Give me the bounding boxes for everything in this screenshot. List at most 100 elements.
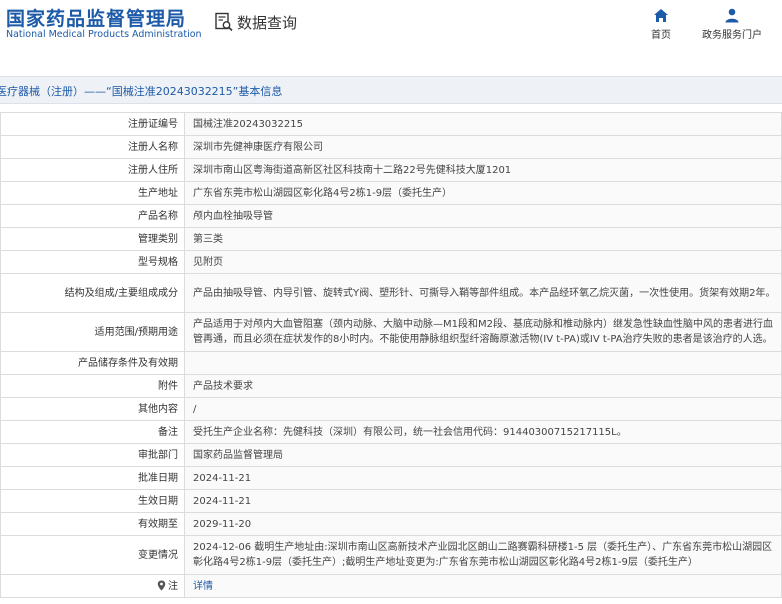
row-value-text: 2024-12-06 截明生产地址由:深圳市南山区高新技术产业园北区朗山二路赛霸… [193, 542, 773, 568]
row-label-text: 型号规格 [138, 256, 178, 268]
table-row: 产品储存条件及有效期 [0, 351, 782, 375]
row-value: 深圳市南山区粤海街道高新区社区科技南十二路22号先健科技大厦1201 [184, 158, 782, 182]
row-label: 批准日期 [0, 466, 185, 490]
row-value: 2024-11-21 [184, 489, 782, 513]
user-icon [725, 8, 739, 23]
home-icon [654, 9, 668, 22]
breadcrumb: 医疗器械（注册）——“国械注准20243032215”基本信息 [0, 85, 283, 98]
table-row: 产品名称 颅内血栓抽吸导管 [0, 204, 782, 228]
site-logo-title[interactable]: 国家药品监督管理局 [6, 4, 186, 31]
row-label: 型号规格 [0, 250, 185, 274]
row-label: 附件 [0, 374, 185, 398]
table-row: 备注 受托生产企业名称：先健科技（深圳）有限公司，统一社会信用代码：9144030… [0, 420, 782, 444]
table-row: 管理类别 第三类 [0, 227, 782, 251]
row-label-text: 批准日期 [138, 472, 178, 484]
table-row: 有效期至 2029-11-20 [0, 512, 782, 536]
data-query-heading: 数据查询 [214, 12, 297, 32]
table-row: 生产地址 广东省东莞市松山湖园区彰化路4号2栋1-9层（委托生产） [0, 181, 782, 205]
row-value-text: 2024-11-21 [193, 472, 252, 484]
row-label: 生效日期 [0, 489, 185, 513]
row-value: 深圳市先健神康医疗有限公司 [184, 135, 782, 159]
row-label-text: 变更情况 [138, 549, 178, 561]
row-value-text: 产品适用于对颅内大血管阻塞（颈内动脉、大脑中动脉—M1段和M2段、基底动脉和椎动… [193, 319, 773, 345]
row-label: 变更情况 [0, 535, 185, 575]
table-row: 适用范围/预期用途 产品适用于对颅内大血管阻塞（颈内动脉、大脑中动脉—M1段和M2… [0, 312, 782, 352]
table-row: 批准日期 2024-11-21 [0, 466, 782, 490]
row-label: 结构及组成/主要组成成分 [0, 273, 185, 313]
row-label: 注册人住所 [0, 158, 185, 182]
row-label-text: 产品名称 [138, 210, 178, 222]
table-row: 注册人住所 深圳市南山区粤海街道高新区社区科技南十二路22号先健科技大厦1201 [0, 158, 782, 182]
site-header: 国家药品监督管理局 National Medical Products Admi… [0, 0, 782, 62]
row-label: 生产地址 [0, 181, 185, 205]
location-pin-icon [157, 580, 166, 591]
row-value: 产品适用于对颅内大血管阻塞（颈内动脉、大脑中动脉—M1段和M2段、基底动脉和椎动… [184, 312, 782, 352]
data-query-label: 数据查询 [237, 13, 298, 32]
row-value: 2029-11-20 [184, 512, 782, 536]
row-value-text: 深圳市南山区粤海街道高新区社区科技南十二路22号先健科技大厦1201 [193, 164, 512, 176]
row-label-text: 注 [168, 580, 178, 592]
row-value-text: 受托生产企业名称：先健科技（深圳）有限公司，统一社会信用代码：914403007… [193, 426, 627, 438]
row-value-text: / [193, 403, 197, 415]
table-row: 变更情况 2024-12-06 截明生产地址由:深圳市南山区高新技术产业园北区朗山… [0, 535, 782, 575]
row-value-text: 广东省东莞市松山湖园区彰化路4号2栋1-9层（委托生产） [193, 187, 453, 199]
row-value: / [184, 397, 782, 421]
row-value: 见附页 [184, 250, 782, 274]
row-value: 产品技术要求 [184, 374, 782, 398]
registration-info-table: 注册证编号 国械注准20243032215 注册人名称 深圳市先健神康医疗有限公司 注册… [0, 112, 782, 598]
breadcrumb-bar: 医疗器械（注册）——“国械注准20243032215”基本信息 [0, 76, 782, 104]
table-row: 附件 产品技术要求 [0, 374, 782, 398]
row-value-text: 国械注准20243032215 [193, 118, 303, 130]
nav-service-portal[interactable]: 政务服务门户 [697, 8, 767, 41]
row-label: 备注 [0, 420, 185, 444]
row-label: 注 [0, 574, 185, 598]
table-row: 型号规格 见附页 [0, 250, 782, 274]
row-label: 审批部门 [0, 443, 185, 467]
row-label-text: 产品储存条件及有效期 [78, 357, 178, 369]
table-row: 审批部门 国家药品监督管理局 [0, 443, 782, 467]
row-label-text: 生效日期 [138, 495, 178, 507]
row-label-text: 管理类别 [138, 233, 178, 245]
nav-home[interactable]: 首页 [626, 8, 696, 41]
row-label: 其他内容 [0, 397, 185, 421]
row-label-text: 注册人住所 [128, 164, 178, 176]
row-value: 国家药品监督管理局 [184, 443, 782, 467]
row-label-text: 附件 [158, 380, 178, 392]
details-link[interactable]: 详情 [193, 581, 213, 592]
row-value: 2024-12-06 截明生产地址由:深圳市南山区高新技术产业园北区朗山二路赛霸… [184, 535, 782, 575]
row-label-text: 注册人名称 [128, 141, 178, 153]
row-value: 广东省东莞市松山湖园区彰化路4号2栋1-9层（委托生产） [184, 181, 782, 205]
table-row: 生效日期 2024-11-21 [0, 489, 782, 513]
row-value-text: 第三类 [193, 233, 223, 245]
row-label-text: 有效期至 [138, 518, 178, 530]
row-label: 产品名称 [0, 204, 185, 228]
site-logo-subtitle: National Medical Products Administration [6, 29, 202, 40]
row-value: 第三类 [184, 227, 782, 251]
row-label-text: 审批部门 [138, 449, 178, 461]
row-label: 适用范围/预期用途 [0, 312, 185, 352]
row-label-text: 适用范围/预期用途 [94, 326, 178, 338]
row-label-text: 备注 [158, 426, 178, 438]
row-value-text: 国家药品监督管理局 [193, 449, 283, 461]
row-label-text: 结构及组成/主要组成成分 [64, 287, 178, 299]
table-row: 注 详情 [0, 574, 782, 598]
row-value: 国械注准20243032215 [184, 112, 782, 136]
row-value [184, 351, 782, 375]
row-label: 管理类别 [0, 227, 185, 251]
table-row: 结构及组成/主要组成成分 产品由抽吸导管、内导引管、旋转式Y阀、塑形针、可撕导入鞘… [0, 273, 782, 313]
row-value-text: 2029-11-20 [193, 518, 252, 530]
table-row: 注册人名称 深圳市先健神康医疗有限公司 [0, 135, 782, 159]
row-value-text: 深圳市先健神康医疗有限公司 [193, 141, 323, 153]
row-label-text: 生产地址 [138, 187, 178, 199]
row-value: 颅内血栓抽吸导管 [184, 204, 782, 228]
table-row: 注册证编号 国械注准20243032215 [0, 112, 782, 136]
table-row: 其他内容 / [0, 397, 782, 421]
row-label-text: 注册证编号 [128, 118, 178, 130]
row-value-text: 产品技术要求 [193, 380, 253, 392]
row-value-text: 见附页 [193, 256, 223, 268]
row-value: 详情 [184, 574, 782, 598]
nav-home-label: 首页 [651, 30, 671, 41]
row-value-text: 产品由抽吸导管、内导引管、旋转式Y阀、塑形针、可撕导入鞘等部件组成。本产品经环氧… [193, 287, 776, 299]
row-value: 2024-11-21 [184, 466, 782, 490]
row-label-text: 其他内容 [138, 403, 178, 415]
